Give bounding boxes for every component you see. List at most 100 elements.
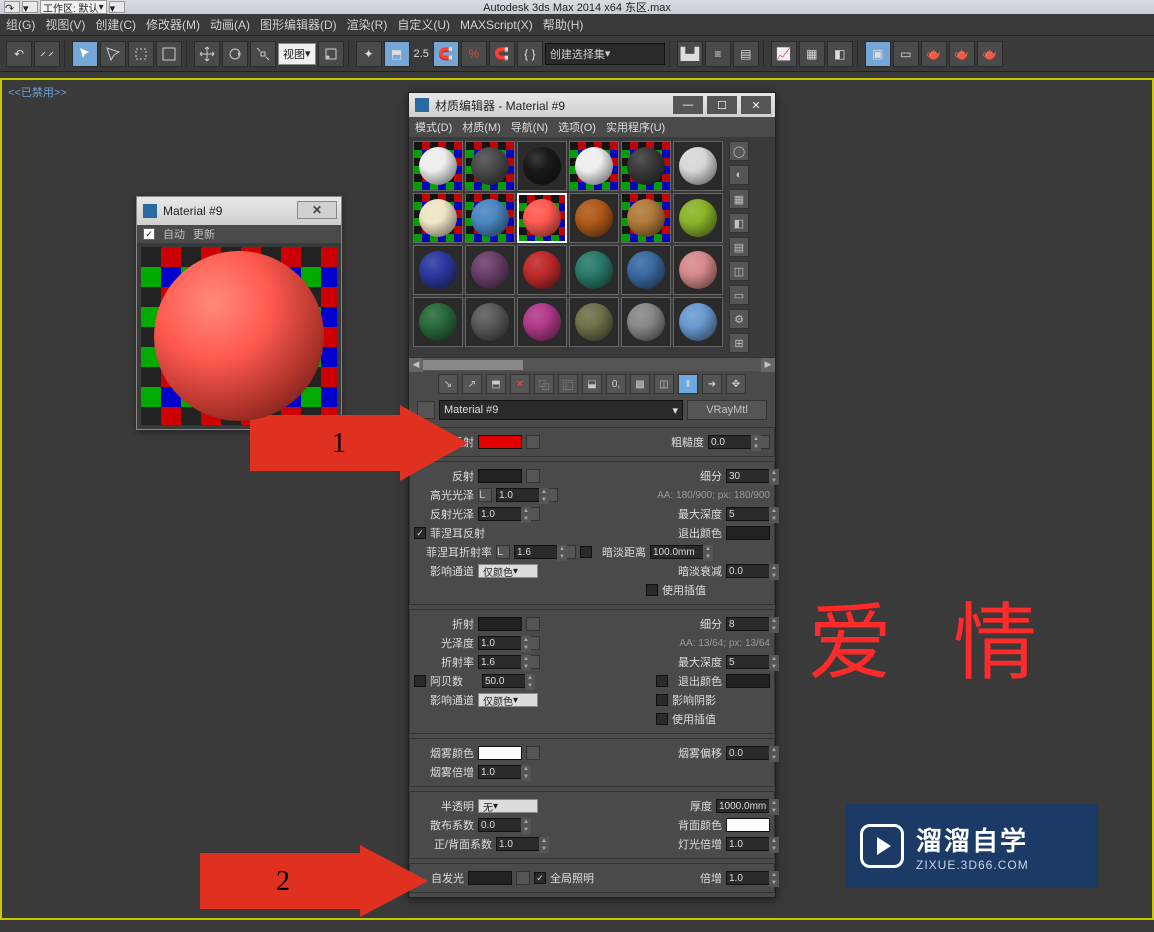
mirror-icon[interactable]: ▙▟ (677, 41, 703, 67)
material-editor-icon[interactable]: ◧ (827, 41, 853, 67)
sample-slot-18[interactable] (413, 297, 463, 347)
curve-editor-icon[interactable]: 📈 (771, 41, 797, 67)
sample-slot-13[interactable] (465, 245, 515, 295)
manip-icon[interactable]: ✦ (356, 41, 382, 67)
material-name-field[interactable]: Material #9▾ (439, 400, 683, 420)
sample-slot-1[interactable] (465, 141, 515, 191)
menu-animation[interactable]: 动画(A) (210, 16, 250, 33)
sample-uv-icon[interactable]: ◫ (729, 261, 749, 281)
menu-customize[interactable]: 自定义(U) (397, 16, 450, 33)
layer-icon[interactable]: ▤ (733, 41, 759, 67)
pivot-icon[interactable] (318, 41, 344, 67)
me-menu-mode[interactable]: 模式(D) (415, 119, 452, 135)
refract-chan-combo[interactable]: 仅颜色 ▾ (478, 693, 538, 707)
me-menu-material[interactable]: 材质(M) (462, 119, 501, 135)
sample-slot-7[interactable] (465, 193, 515, 243)
me-max-button[interactable]: ☐ (707, 96, 737, 114)
fog-mult-spinner[interactable]: 1.0▲▼ (478, 765, 522, 779)
schematic-icon[interactable]: ▦ (799, 41, 825, 67)
undo-icon[interactable]: ↶ (6, 41, 32, 67)
spinner-snap-icon[interactable]: 🧲 (489, 41, 515, 67)
lightmult-spinner[interactable]: 1.0▲▼ (726, 837, 770, 851)
select-window-icon[interactable] (156, 41, 182, 67)
sample-slot-16[interactable] (621, 245, 671, 295)
me-min-button[interactable]: — (673, 96, 703, 114)
abbe-checkbox[interactable] (414, 675, 426, 687)
assign-icon[interactable]: ⬒ (486, 374, 506, 394)
back-color[interactable] (726, 818, 770, 832)
fog-bias-spinner[interactable]: 0.0▲▼ (726, 746, 770, 760)
edit-selset-icon[interactable]: { } (517, 41, 543, 67)
matprev-auto-checkbox[interactable]: ✓ (143, 228, 155, 240)
sample-slot-6[interactable] (413, 193, 463, 243)
selfillum-map-button[interactable] (516, 871, 530, 885)
refract-shadow-checkbox[interactable] (656, 694, 668, 706)
sample-slot-10[interactable] (621, 193, 671, 243)
rg-spinner[interactable]: 1.0▲▼ (478, 507, 522, 521)
material-type-button[interactable]: VRayMtl (687, 400, 767, 420)
sample-backlight-icon[interactable]: ◧ (729, 213, 749, 233)
refract-exit-checkbox[interactable] (656, 675, 668, 687)
select-icon[interactable] (72, 41, 98, 67)
matprev-titlebar[interactable]: Material #9 ✕ (137, 197, 341, 225)
sample-slot-9[interactable] (569, 193, 619, 243)
hg-spinner[interactable]: 1.0▲▼ (496, 488, 540, 502)
dimdist-checkbox[interactable] (580, 546, 592, 558)
named-selset-combo[interactable]: 创建选择集 ▾ (545, 43, 665, 65)
refract-interp-checkbox[interactable] (656, 713, 668, 725)
sample-slot-8[interactable] (517, 193, 567, 243)
reflect-color[interactable] (478, 469, 522, 483)
matid-icon[interactable]: 0, (606, 374, 626, 394)
refract-color[interactable] (478, 617, 522, 631)
exit-color[interactable] (726, 526, 770, 540)
refcoord-combo[interactable]: 视图 ▾ (278, 43, 316, 65)
qa-dropdown-icon[interactable]: ▾ (22, 1, 38, 13)
sample-video-icon[interactable]: ▭ (729, 285, 749, 305)
me-menu-navigate[interactable]: 导航(N) (511, 119, 548, 135)
refract-depth-spinner[interactable]: 5▲▼ (726, 655, 770, 669)
dimfall-spinner[interactable]: 0.0▲▼ (726, 564, 770, 578)
show-end-icon[interactable]: ◫ (654, 374, 674, 394)
link-icon[interactable] (34, 41, 60, 67)
sample-slot-14[interactable] (517, 245, 567, 295)
percent-snap-icon[interactable]: % (461, 41, 487, 67)
make-copy-icon[interactable]: ⿻ (534, 374, 554, 394)
sample-slot-11[interactable] (673, 193, 723, 243)
name-dropdown-icon[interactable]: ▾ (672, 404, 678, 417)
menu-modifier[interactable]: 修改器(M) (146, 16, 200, 33)
sample-slot-5[interactable] (673, 141, 723, 191)
menu-render[interactable]: 渲染(R) (347, 16, 388, 33)
scale-icon[interactable] (250, 41, 276, 67)
sample-slot-20[interactable] (517, 297, 567, 347)
swatch-scrollbar[interactable]: ◀ ▶ (409, 357, 775, 371)
sample-light-icon[interactable]: ◐ (729, 165, 749, 185)
fresnel-checkbox[interactable]: ✓ (414, 527, 426, 539)
trans-mode-combo[interactable]: 无 ▾ (478, 799, 538, 813)
go-parent-icon[interactable]: ⬆ (678, 374, 698, 394)
sample-slot-15[interactable] (569, 245, 619, 295)
gi-checkbox[interactable]: ✓ (534, 872, 546, 884)
show-map-icon[interactable]: ▩ (630, 374, 650, 394)
selfillum-mult-spinner[interactable]: 1.0▲▼ (726, 871, 770, 885)
sample-sphere-icon[interactable]: ◯ (729, 141, 749, 161)
teapot3-icon[interactable]: 🫖 (977, 41, 1003, 67)
workspace-combo[interactable]: 工作区: 默认 ▾ (40, 0, 107, 14)
selfillum-color[interactable] (468, 871, 512, 885)
sample-checker-icon[interactable]: ▦ (729, 189, 749, 209)
sample-bg-icon[interactable]: ▤ (729, 237, 749, 257)
fior-lock[interactable]: L (496, 545, 510, 559)
diffuse-color[interactable] (478, 435, 522, 449)
snap-icon[interactable]: ⬒ (384, 41, 410, 67)
refract-exit-color[interactable] (726, 674, 770, 688)
menu-view[interactable]: 视图(V) (45, 16, 85, 33)
rotate-icon[interactable] (222, 41, 248, 67)
reflect-depth-spinner[interactable]: 5▲▼ (726, 507, 770, 521)
refract-ior-spinner[interactable]: 1.6▲▼ (478, 655, 522, 669)
get-material-icon[interactable]: ↘ (438, 374, 458, 394)
put-material-icon[interactable]: ↗ (462, 374, 482, 394)
select-cursor-icon[interactable] (100, 41, 126, 67)
fb-spinner[interactable]: 1.0▲▼ (496, 837, 540, 851)
sample-slot-17[interactable] (673, 245, 723, 295)
matprev-update-button[interactable]: 更新 (193, 226, 215, 242)
menu-create[interactable]: 创建(C) (95, 16, 136, 33)
